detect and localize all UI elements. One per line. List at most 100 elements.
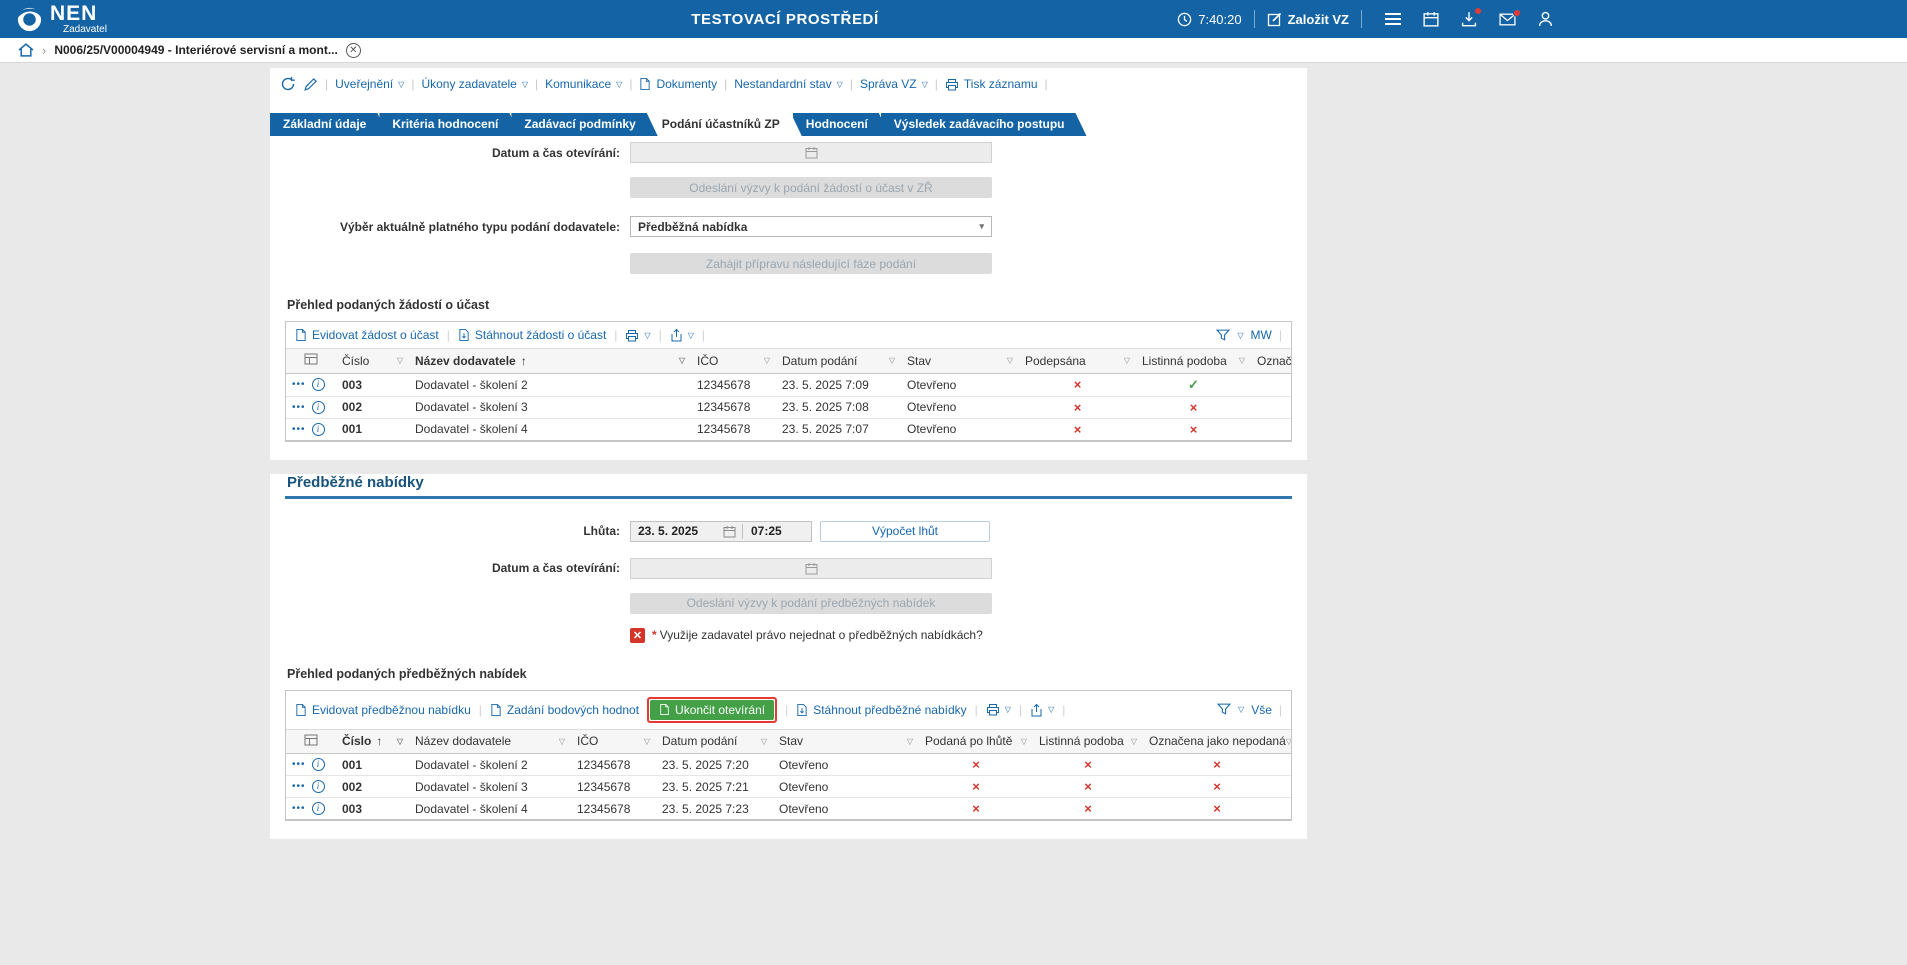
export-table-button[interactable]: ▽ bbox=[670, 328, 694, 342]
export-table-button[interactable]: ▽ bbox=[1030, 703, 1054, 717]
view-selector[interactable]: MW bbox=[1251, 328, 1272, 342]
next-phase-button[interactable]: Zahájit přípravu následující fáze podání bbox=[630, 253, 992, 274]
info-icon[interactable]: i bbox=[312, 802, 325, 815]
nen-logo[interactable]: NEN Zadavatel bbox=[0, 3, 107, 35]
tab-kriteria-hodnoceni[interactable]: Kritéria hodnocení bbox=[379, 113, 520, 136]
row-actions-icon[interactable]: ••• bbox=[292, 379, 306, 390]
table-row[interactable]: •••i 003 Dodavatel - školení 2 12345678 … bbox=[286, 373, 1291, 396]
breadcrumb-current[interactable]: N006/25/V00004949 - Interiérové servisní… bbox=[54, 43, 338, 57]
calendar-icon[interactable] bbox=[723, 525, 736, 538]
table-row[interactable]: •••i 002 Dodavatel - školení 3 12345678 … bbox=[286, 776, 1291, 798]
home-icon[interactable] bbox=[18, 43, 34, 57]
filter-icon[interactable]: ▽ bbox=[761, 737, 767, 746]
evidovat-zadost-button[interactable]: Evidovat žádost o účast bbox=[295, 328, 439, 342]
filter-icon[interactable]: ▽ bbox=[1286, 737, 1291, 746]
menu-ukony-zadavatele[interactable]: Úkony zadavatele▽ bbox=[421, 77, 528, 91]
send-request-invite-button[interactable]: Odeslání výzvy k podání žádostí o účast … bbox=[630, 177, 992, 198]
table-row[interactable]: •••i 001 Dodavatel - školení 2 12345678 … bbox=[286, 754, 1291, 776]
menu-button[interactable] bbox=[1385, 13, 1401, 25]
tab-podani-ucastniku-zp[interactable]: Podání účastníků ZP bbox=[649, 113, 802, 136]
stahnout-zadosti-button[interactable]: Stáhnout žádosti o účast bbox=[458, 328, 606, 342]
filter-icon[interactable]: ▽ bbox=[1124, 356, 1130, 365]
filter-icon[interactable]: ▽ bbox=[397, 737, 403, 746]
deadline-date-input[interactable] bbox=[631, 524, 723, 538]
column-header-nazev[interactable]: Název dodavatele↑▽ bbox=[409, 349, 691, 373]
filter-icon[interactable]: ▽ bbox=[1007, 356, 1013, 365]
tab-vysledek[interactable]: Výsledek zadávacího postupu bbox=[881, 113, 1087, 136]
column-settings-header[interactable] bbox=[286, 349, 336, 373]
print-table-button[interactable]: ▽ bbox=[986, 703, 1011, 716]
filter-icon[interactable]: ▽ bbox=[644, 737, 650, 746]
info-icon[interactable]: i bbox=[312, 423, 325, 436]
messages-button[interactable] bbox=[1499, 13, 1516, 26]
column-header-oznacena[interactable]: Označ bbox=[1251, 349, 1291, 373]
calendar-button[interactable] bbox=[1423, 11, 1439, 27]
filter-icon[interactable]: ▽ bbox=[1021, 737, 1027, 746]
view-selector[interactable]: Vše bbox=[1251, 703, 1272, 717]
column-header-podepsana[interactable]: Podepsána▽ bbox=[1019, 349, 1136, 373]
column-header-stav[interactable]: Stav▽ bbox=[773, 730, 919, 754]
menu-sprava-vz[interactable]: Správa VZ▽ bbox=[860, 77, 928, 91]
filter-funnel-icon[interactable] bbox=[1216, 329, 1230, 342]
info-icon[interactable]: i bbox=[312, 378, 325, 391]
print-table-button[interactable]: ▽ bbox=[625, 329, 650, 342]
menu-tisk-zaznamu[interactable]: Tisk záznamu bbox=[945, 77, 1038, 91]
column-header-datum[interactable]: Datum podání▽ bbox=[656, 730, 773, 754]
column-header-oznacena[interactable]: Označena jako nepodaná▽ bbox=[1143, 730, 1291, 754]
tab-zakladni-udaje[interactable]: Základní údaje bbox=[270, 113, 388, 136]
profile-button[interactable] bbox=[1538, 11, 1553, 27]
zalozit-vz-button[interactable]: Založit VZ bbox=[1267, 12, 1349, 27]
column-header-listinna[interactable]: Listinná podoba▽ bbox=[1033, 730, 1143, 754]
filter-icon[interactable]: ▽ bbox=[1131, 737, 1137, 746]
filter-icon[interactable]: ▽ bbox=[907, 737, 913, 746]
column-settings-header[interactable] bbox=[286, 730, 336, 754]
tab-hodnoceni[interactable]: Hodnocení bbox=[793, 113, 890, 136]
stahnout-nabidky-button[interactable]: Stáhnout předběžné nabídky bbox=[796, 703, 966, 717]
info-icon[interactable]: i bbox=[312, 780, 325, 793]
menu-nestandardni-stav[interactable]: Nestandardní stav▽ bbox=[734, 77, 843, 91]
menu-komunikace[interactable]: Komunikace▽ bbox=[545, 77, 622, 91]
column-header-nazev[interactable]: Název dodavatele▽ bbox=[409, 730, 571, 754]
column-header-listinna[interactable]: Listinná podoba▽ bbox=[1136, 349, 1251, 373]
info-icon[interactable]: i bbox=[312, 401, 325, 414]
filter-icon[interactable]: ▽ bbox=[679, 356, 685, 365]
filter-icon[interactable]: ▽ bbox=[1239, 356, 1245, 365]
table-row[interactable]: •••i 002 Dodavatel - školení 3 12345678 … bbox=[286, 396, 1291, 418]
filter-icon[interactable]: ▽ bbox=[764, 356, 770, 365]
close-record-icon[interactable]: ✕ bbox=[346, 43, 361, 58]
menu-dokumenty[interactable]: Dokumenty bbox=[639, 77, 717, 91]
refresh-icon[interactable] bbox=[280, 76, 296, 92]
menu-uverejneni[interactable]: Uveřejnění▽ bbox=[335, 77, 404, 91]
vypocet-lhut-button[interactable]: Výpočet lhůt bbox=[820, 521, 990, 542]
column-header-stav[interactable]: Stav▽ bbox=[901, 349, 1019, 373]
filter-icon[interactable]: ▽ bbox=[889, 356, 895, 365]
row-actions-icon[interactable]: ••• bbox=[292, 402, 306, 413]
edit-pencil-icon[interactable] bbox=[303, 77, 318, 92]
red-cross-flag-icon[interactable]: ✕ bbox=[630, 628, 645, 643]
zadani-bodovych-hodnot-button[interactable]: Zadání bodových hodnot bbox=[490, 703, 639, 717]
column-header-cislo[interactable]: Číslo↑▽ bbox=[336, 730, 409, 754]
row-actions-icon[interactable]: ••• bbox=[292, 781, 306, 792]
row-actions-icon[interactable]: ••• bbox=[292, 424, 306, 435]
filter-icon[interactable]: ▽ bbox=[397, 356, 403, 365]
open-datetime-input[interactable] bbox=[630, 142, 992, 163]
deadline-time-input[interactable] bbox=[743, 524, 791, 538]
downloads-button[interactable] bbox=[1461, 11, 1477, 27]
column-header-datum[interactable]: Datum podání▽ bbox=[776, 349, 901, 373]
chevron-down-icon[interactable]: ▽ bbox=[1238, 705, 1244, 714]
column-header-podana[interactable]: Podaná po lhůtě▽ bbox=[919, 730, 1033, 754]
submission-type-select[interactable]: Předběžná nabídka ▾ bbox=[630, 216, 992, 237]
send-prelim-invite-button[interactable]: Odeslání výzvy k podání předběžných nabí… bbox=[630, 593, 992, 614]
column-header-ico[interactable]: IČO▽ bbox=[571, 730, 656, 754]
evidovat-nabidku-button[interactable]: Evidovat předběžnou nabídku bbox=[295, 703, 471, 717]
row-actions-icon[interactable]: ••• bbox=[292, 803, 306, 814]
info-icon[interactable]: i bbox=[312, 758, 325, 771]
column-header-ico[interactable]: IČO▽ bbox=[691, 349, 776, 373]
column-header-cislo[interactable]: Číslo▽ bbox=[336, 349, 409, 373]
chevron-down-icon[interactable]: ▽ bbox=[1237, 331, 1243, 340]
filter-icon[interactable]: ▽ bbox=[559, 737, 565, 746]
table-row[interactable]: •••i 003 Dodavatel - školení 4 12345678 … bbox=[286, 798, 1291, 820]
row-actions-icon[interactable]: ••• bbox=[292, 759, 306, 770]
tab-zadavaci-podminky[interactable]: Zadávací podmínky bbox=[511, 113, 657, 136]
open-datetime-input[interactable] bbox=[630, 558, 992, 579]
